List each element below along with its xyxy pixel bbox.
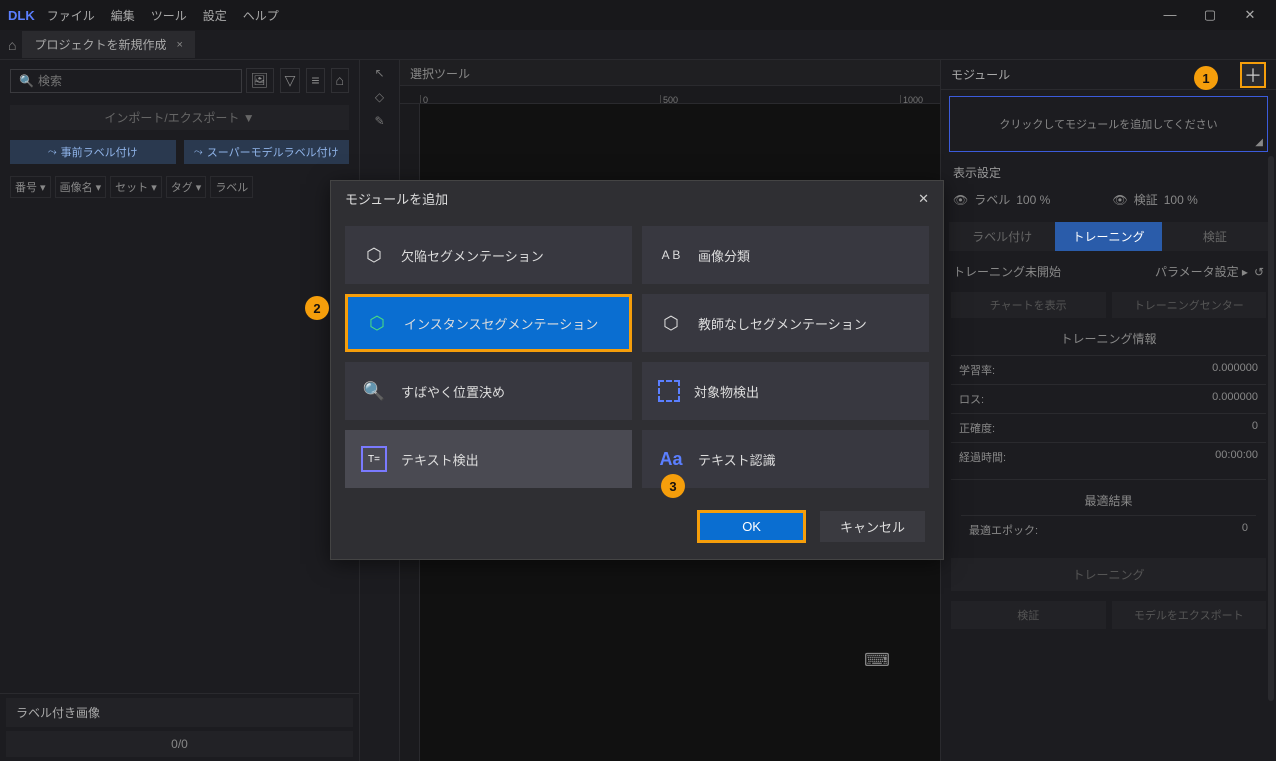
- modal-title: モジュールを追加: [345, 189, 448, 208]
- module-text-recognition[interactable]: Aa テキスト認識: [642, 430, 929, 488]
- add-module-modal: モジュールを追加 ✕ ⬡ 欠陥セグメンテーション A B 画像分類 ⬡ インスタ…: [330, 180, 944, 560]
- nut-green-icon: ⬡: [364, 310, 390, 336]
- module-text-detection[interactable]: T= テキスト検出: [345, 430, 632, 488]
- text-detect-icon: T=: [361, 446, 387, 472]
- module-image-classification[interactable]: A B 画像分類: [642, 226, 929, 284]
- callout-2: 2: [305, 296, 329, 320]
- module-object-detection[interactable]: 対象物検出: [642, 362, 929, 420]
- modal-close-icon[interactable]: ✕: [918, 191, 929, 207]
- module-unsupervised-segmentation[interactable]: ⬡ 教師なしセグメンテーション: [642, 294, 929, 352]
- callout-1: 1: [1194, 66, 1218, 90]
- nut-unsup-icon: ⬡: [658, 310, 684, 336]
- classify-icon: A B: [658, 242, 684, 268]
- module-fast-locate[interactable]: 🔍 すばやく位置決め: [345, 362, 632, 420]
- module-instance-segmentation[interactable]: ⬡ インスタンスセグメンテーション: [345, 294, 632, 352]
- magnifier-icon: 🔍: [361, 378, 387, 404]
- callout-3: 3: [661, 474, 685, 498]
- text-rec-icon: Aa: [658, 446, 684, 472]
- nut-defect-icon: ⬡: [361, 242, 387, 268]
- module-defect-segmentation[interactable]: ⬡ 欠陥セグメンテーション: [345, 226, 632, 284]
- cancel-button[interactable]: キャンセル: [820, 511, 925, 542]
- bbox-icon: [658, 380, 680, 402]
- ok-button[interactable]: OK: [697, 510, 806, 543]
